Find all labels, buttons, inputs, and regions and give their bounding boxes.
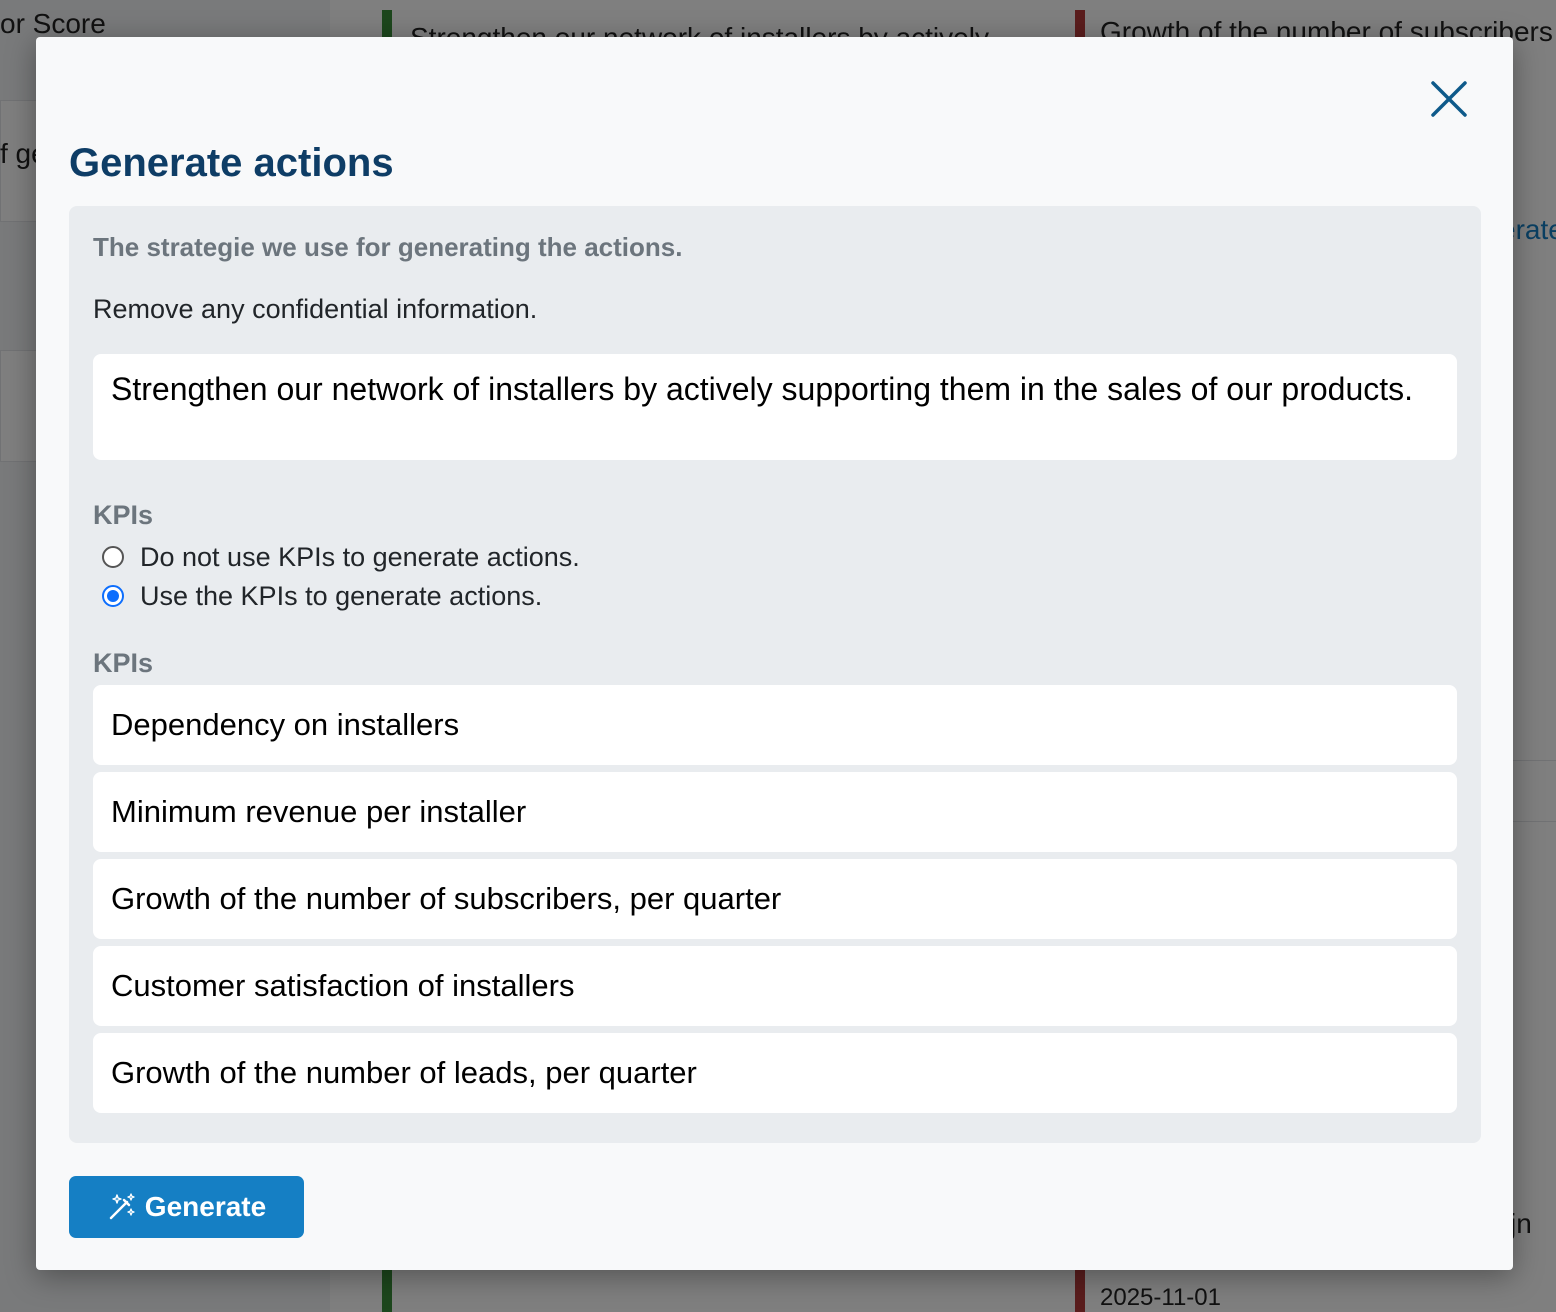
kpi-option-label: KPIs [93, 500, 154, 530]
strategy-note: Remove any confidential information. [93, 294, 538, 324]
radio-no-kpis[interactable]: Do not use KPIs to generate actions. [102, 539, 580, 575]
strategy-text: Strengthen our network of installers by … [93, 354, 1457, 460]
radio-no-kpis-label: Do not use KPIs to generate actions. [140, 541, 580, 572]
magic-wand-icon [109, 1193, 135, 1220]
modal-title: Generate actions [69, 141, 394, 185]
kpi-item: Growth of the number of leads, per quart… [93, 1033, 1457, 1113]
generate-actions-modal: Generate actions The strategie we use fo… [36, 37, 1513, 1270]
kpi-item: Growth of the number of subscribers, per… [93, 859, 1457, 939]
kpi-item: Minimum revenue per installer [93, 772, 1457, 852]
strategy-panel: The strategie we use for generating the … [69, 206, 1481, 1143]
generate-button[interactable]: Generate [69, 1176, 304, 1238]
close-button[interactable] [1427, 77, 1471, 121]
radio-no-kpis-circle[interactable] [102, 546, 124, 568]
close-icon [1431, 81, 1467, 117]
kpi-item: Customer satisfaction of installers [93, 946, 1457, 1026]
radio-use-kpis-circle[interactable] [102, 585, 124, 607]
radio-use-kpis-label: Use the KPIs to generate actions. [140, 580, 543, 611]
kpi-list-label: KPIs [93, 648, 154, 678]
generate-button-label: Generate [144, 1191, 267, 1222]
radio-use-kpis[interactable]: Use the KPIs to generate actions. [102, 578, 542, 614]
strategy-heading: The strategie we use for generating the … [93, 232, 683, 262]
kpi-item: Dependency on installers [93, 685, 1457, 765]
